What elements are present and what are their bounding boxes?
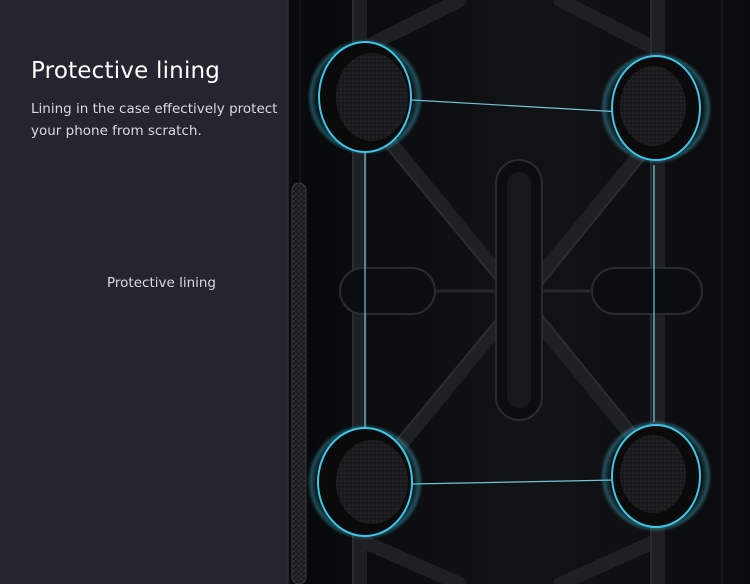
lining-pad-top-left: [307, 39, 423, 155]
side-grip: [291, 182, 307, 584]
lining-pad-top-right: [600, 52, 712, 164]
callout-label: Protective lining: [107, 275, 217, 291]
center-slot: [495, 159, 543, 421]
feature-description: Protective lining Lining in the case eff…: [31, 54, 301, 142]
lining-pad-bottom-left: [307, 424, 423, 540]
lining-pad-bottom-right: [600, 420, 712, 532]
feature-title: Protective lining: [31, 58, 221, 84]
feature-description-text: Lining in the case effectively protect y…: [31, 101, 278, 139]
